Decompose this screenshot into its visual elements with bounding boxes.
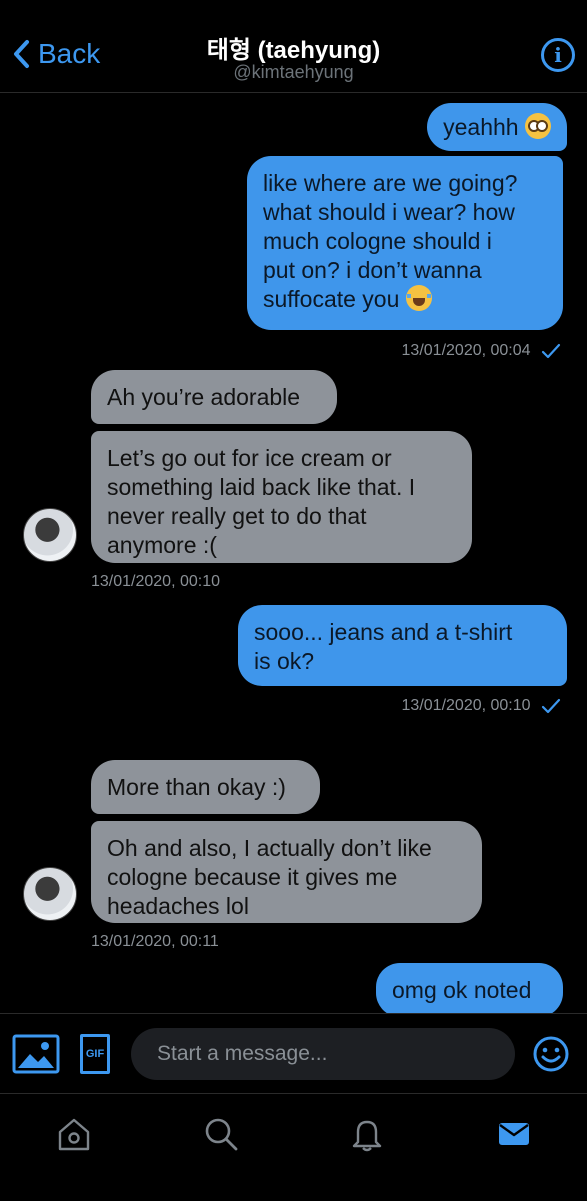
message-line: like where are we going? — [263, 170, 518, 196]
message-text: yeahhh — [443, 114, 519, 140]
conversation-title: 태형 (taehyung) — [206, 37, 381, 64]
message-line: suffocate you — [263, 286, 400, 312]
message-line: headaches lol — [107, 893, 249, 919]
image-icon[interactable] — [12, 1034, 60, 1074]
sent-check-icon — [541, 698, 561, 713]
conversation-handle: @kimtaehyung — [233, 62, 354, 82]
messages-icon[interactable] — [496, 1116, 532, 1152]
message-line: much cologne should i — [263, 228, 492, 254]
message-input[interactable]: Start a message... — [131, 1028, 515, 1080]
message-bubble-outgoing[interactable]: sooo... jeans and a t-shirt is ok? — [238, 605, 567, 686]
message-text: omg ok noted — [392, 977, 532, 1003]
sent-check-icon — [541, 343, 561, 358]
message-line: anymore :( — [107, 532, 217, 558]
emoji-icon[interactable] — [532, 1035, 570, 1073]
message-bubble-outgoing[interactable]: omg ok noted — [376, 963, 563, 1013]
conversation-header: Back 태형 (taehyung) @kimtaehyung i — [0, 0, 587, 93]
message-timestamp: 13/01/2020, 00:04 — [402, 342, 561, 360]
message-bubble-outgoing[interactable]: like where are we going? what should i w… — [247, 156, 563, 330]
tab-bar — [0, 1093, 587, 1201]
message-bubble-incoming[interactable]: More than okay :) — [91, 760, 320, 814]
message-line: what should i wear? how — [263, 199, 515, 225]
message-timestamp: 13/01/2020, 00:11 — [91, 933, 219, 950]
message-line: something laid back like that. I — [107, 474, 416, 500]
message-bubble-incoming[interactable]: Oh and also, I actually don’t like colog… — [91, 821, 482, 923]
message-line: Let’s go out for ice cream or — [107, 445, 392, 471]
message-bubble-outgoing[interactable]: yeahhh — [427, 103, 567, 151]
home-icon[interactable] — [56, 1116, 92, 1152]
message-timestamp: 13/01/2020, 00:10 — [402, 697, 561, 715]
notifications-icon[interactable] — [349, 1116, 385, 1152]
gif-label: GIF — [85, 1048, 105, 1060]
message-line: is ok? — [254, 648, 315, 674]
message-bubble-incoming[interactable]: Let’s go out for ice cream or something … — [91, 431, 472, 563]
message-bubble-incoming[interactable]: Ah you’re adorable — [91, 370, 337, 424]
info-icon[interactable]: i — [541, 38, 575, 72]
message-text: Ah you’re adorable — [107, 384, 301, 410]
avatar[interactable] — [23, 508, 77, 562]
avatar[interactable] — [23, 867, 77, 921]
loudly-crying-face-icon — [405, 285, 432, 311]
gif-button[interactable]: GIF — [80, 1034, 110, 1074]
message-thread: yeahhh like where are we going? what sho… — [0, 93, 587, 1013]
message-line: Oh and also, I actually don’t like — [107, 835, 432, 861]
message-input-placeholder: Start a message... — [157, 1042, 328, 1065]
message-line: put on? i don’t wanna — [263, 257, 482, 283]
search-icon[interactable] — [203, 1116, 239, 1152]
message-composer: GIF Start a message... — [0, 1013, 587, 1094]
message-line: never really get to do that — [107, 503, 367, 529]
flushed-face-icon — [525, 113, 551, 139]
message-text: More than okay :) — [107, 774, 286, 800]
message-line: sooo... jeans and a t-shirt — [254, 619, 513, 645]
message-line: cologne because it gives me — [107, 864, 398, 890]
message-timestamp: 13/01/2020, 00:10 — [91, 573, 221, 590]
